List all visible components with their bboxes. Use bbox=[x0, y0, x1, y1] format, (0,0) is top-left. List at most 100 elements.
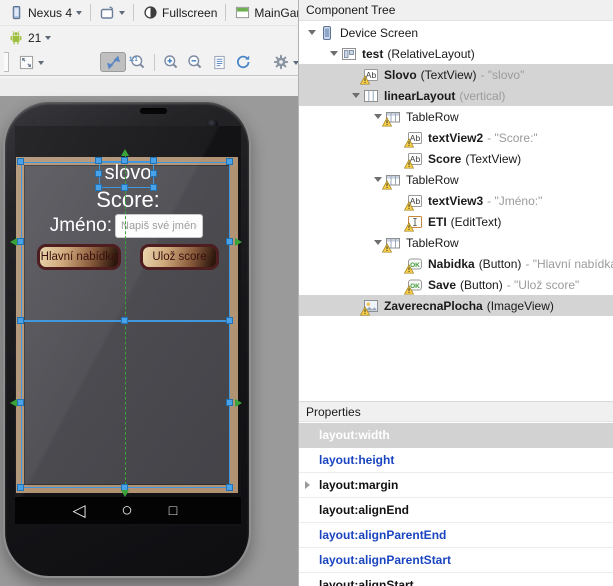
api-level-selector[interactable]: 21 bbox=[4, 29, 55, 47]
selection-handle[interactable] bbox=[95, 157, 102, 164]
selection-handle[interactable] bbox=[17, 484, 24, 491]
chevron-down-icon bbox=[45, 36, 52, 40]
selection-handle[interactable] bbox=[17, 238, 24, 245]
clipped-toolbar-button[interactable] bbox=[4, 52, 9, 72]
property-layout-width[interactable]: layout:width bbox=[299, 423, 613, 448]
android-robot-icon bbox=[8, 30, 24, 46]
table-row-icon bbox=[382, 235, 401, 253]
chevron-down-icon bbox=[76, 11, 83, 15]
property-layout-alignStart[interactable]: layout:alignStart bbox=[299, 573, 613, 586]
property-layout-alignEnd[interactable]: layout:alignEnd bbox=[299, 498, 613, 523]
node-id: Score bbox=[428, 151, 462, 166]
toolbar-separator bbox=[154, 53, 155, 71]
textview-icon: Ab bbox=[404, 130, 423, 148]
node-type: (RelativeLayout) bbox=[387, 46, 475, 61]
zoom-out-button[interactable] bbox=[183, 53, 207, 71]
android-navbar: ◁ ○ □ bbox=[15, 497, 241, 524]
expand-arrow-icon[interactable] bbox=[305, 481, 310, 489]
selection-handle[interactable] bbox=[150, 184, 157, 191]
tree-node-tablerow1[interactable]: TableRow bbox=[299, 106, 613, 127]
toolbar-separator bbox=[225, 4, 227, 21]
warning-icon bbox=[404, 284, 414, 295]
selection-handle[interactable] bbox=[17, 399, 24, 406]
warning-icon bbox=[360, 74, 370, 85]
home-icon[interactable]: ○ bbox=[113, 497, 141, 524]
constraint-arrow-icon bbox=[235, 399, 242, 407]
theme-icon bbox=[142, 5, 158, 21]
node-value: - "Jméno:" bbox=[487, 193, 543, 208]
constraint-arrow-icon bbox=[10, 238, 17, 246]
node-label: TableRow bbox=[406, 172, 459, 187]
tree-node-score[interactable]: Ab Score (TextView) bbox=[299, 148, 613, 169]
property-layout-alignParentStart[interactable]: layout:alignParentStart bbox=[299, 548, 613, 573]
refresh-button[interactable] bbox=[231, 53, 255, 71]
toolbar-separator bbox=[133, 4, 135, 21]
recents-icon[interactable]: □ bbox=[159, 497, 187, 524]
constraint-arrow-icon bbox=[121, 149, 129, 156]
selection-handle[interactable] bbox=[95, 184, 102, 191]
selection-handle[interactable] bbox=[121, 184, 128, 191]
preview-xml-button[interactable] bbox=[207, 53, 231, 71]
properties-header: Properties bbox=[299, 401, 613, 422]
tree-node-slovo[interactable]: Ab Slovo (TextView) - "slovo" bbox=[299, 64, 613, 85]
api-level-label: 21 bbox=[28, 30, 42, 45]
selection-handle[interactable] bbox=[226, 399, 233, 406]
theme-selector[interactable]: Fullscreen bbox=[138, 4, 221, 22]
tree-node-tablerow2[interactable]: TableRow bbox=[299, 169, 613, 190]
node-id: ETI bbox=[428, 214, 447, 229]
selection-handle[interactable] bbox=[226, 238, 233, 245]
selection-handle[interactable] bbox=[150, 157, 157, 164]
tree-node-save[interactable]: OK Save (Button) - "Ulož score" bbox=[299, 274, 613, 295]
property-layout-height[interactable]: layout:height bbox=[299, 448, 613, 473]
expander-icon[interactable] bbox=[305, 30, 319, 35]
selection-handle[interactable] bbox=[17, 158, 24, 165]
zoom-in-icon bbox=[163, 54, 179, 70]
tree-node-test[interactable]: test (RelativeLayout) bbox=[299, 43, 613, 64]
tree-node-zaverecnaplocha[interactable]: ZaverecnaPlocha (ImageView) bbox=[299, 295, 613, 316]
tree-node-eti[interactable]: ETI (EditText) bbox=[299, 211, 613, 232]
refresh-icon bbox=[235, 54, 251, 70]
tree-node-textview3[interactable]: Ab textView3- "Jméno:" bbox=[299, 190, 613, 211]
zoom-actual-size-button[interactable]: 1:1 bbox=[126, 53, 150, 71]
zoom-in-button[interactable] bbox=[159, 53, 183, 71]
table-row-icon bbox=[382, 172, 401, 190]
warning-icon bbox=[360, 305, 370, 316]
tree-node-textview2[interactable]: Ab textView2- "Score:" bbox=[299, 127, 613, 148]
selection-handle[interactable] bbox=[150, 170, 157, 177]
toolbar-separator bbox=[90, 4, 92, 21]
tree-node-tablerow3[interactable]: TableRow bbox=[299, 232, 613, 253]
warning-icon bbox=[382, 242, 392, 253]
selection-handle[interactable] bbox=[121, 157, 128, 164]
selection-handle[interactable] bbox=[226, 484, 233, 491]
selection-handle[interactable] bbox=[17, 317, 24, 324]
design-canvas[interactable]: slovo Score: Jméno: Hlavní nabídka Ulož … bbox=[0, 78, 298, 586]
selection-handle[interactable] bbox=[226, 317, 233, 324]
gear-icon bbox=[273, 54, 289, 70]
expander-icon[interactable] bbox=[327, 51, 341, 56]
device-selector[interactable]: Nexus 4 bbox=[4, 4, 86, 22]
back-icon[interactable]: ◁ bbox=[65, 497, 93, 524]
selection-handle[interactable] bbox=[121, 317, 128, 324]
pan-zoom-toggle-button[interactable] bbox=[100, 52, 126, 72]
device-screen[interactable]: slovo Score: Jméno: Hlavní nabídka Ulož … bbox=[10, 126, 242, 526]
earpiece-speaker bbox=[140, 108, 167, 114]
tree-node-device-screen[interactable]: Device Screen bbox=[299, 22, 613, 43]
selection-handle[interactable] bbox=[95, 170, 102, 177]
textview-icon: Ab bbox=[404, 151, 423, 169]
button-icon: OK bbox=[404, 256, 423, 274]
tree-node-linearlayout[interactable]: linearLayout (vertical) bbox=[299, 85, 613, 106]
zoom-to-fit-button[interactable] bbox=[14, 53, 48, 71]
textview-icon: Ab bbox=[360, 67, 379, 85]
relative-layout-icon bbox=[341, 46, 357, 62]
node-type: (ImageView) bbox=[486, 298, 554, 313]
tree-node-nabidka[interactable]: OK Nabidka (Button) - "Hlavní nabídka" bbox=[299, 253, 613, 274]
node-type: (TextView) bbox=[420, 67, 477, 82]
expander-icon[interactable] bbox=[349, 93, 363, 98]
orientation-selector[interactable] bbox=[95, 4, 129, 22]
constraint-arrow-icon bbox=[235, 238, 242, 246]
device-preview: slovo Score: Jméno: Hlavní nabídka Ulož … bbox=[3, 100, 251, 578]
property-layout-margin[interactable]: layout:margin bbox=[299, 473, 613, 498]
selection-handle[interactable] bbox=[226, 158, 233, 165]
property-layout-alignParentEnd[interactable]: layout:alignParentEnd bbox=[299, 523, 613, 548]
node-id: Nabidka bbox=[428, 256, 475, 271]
